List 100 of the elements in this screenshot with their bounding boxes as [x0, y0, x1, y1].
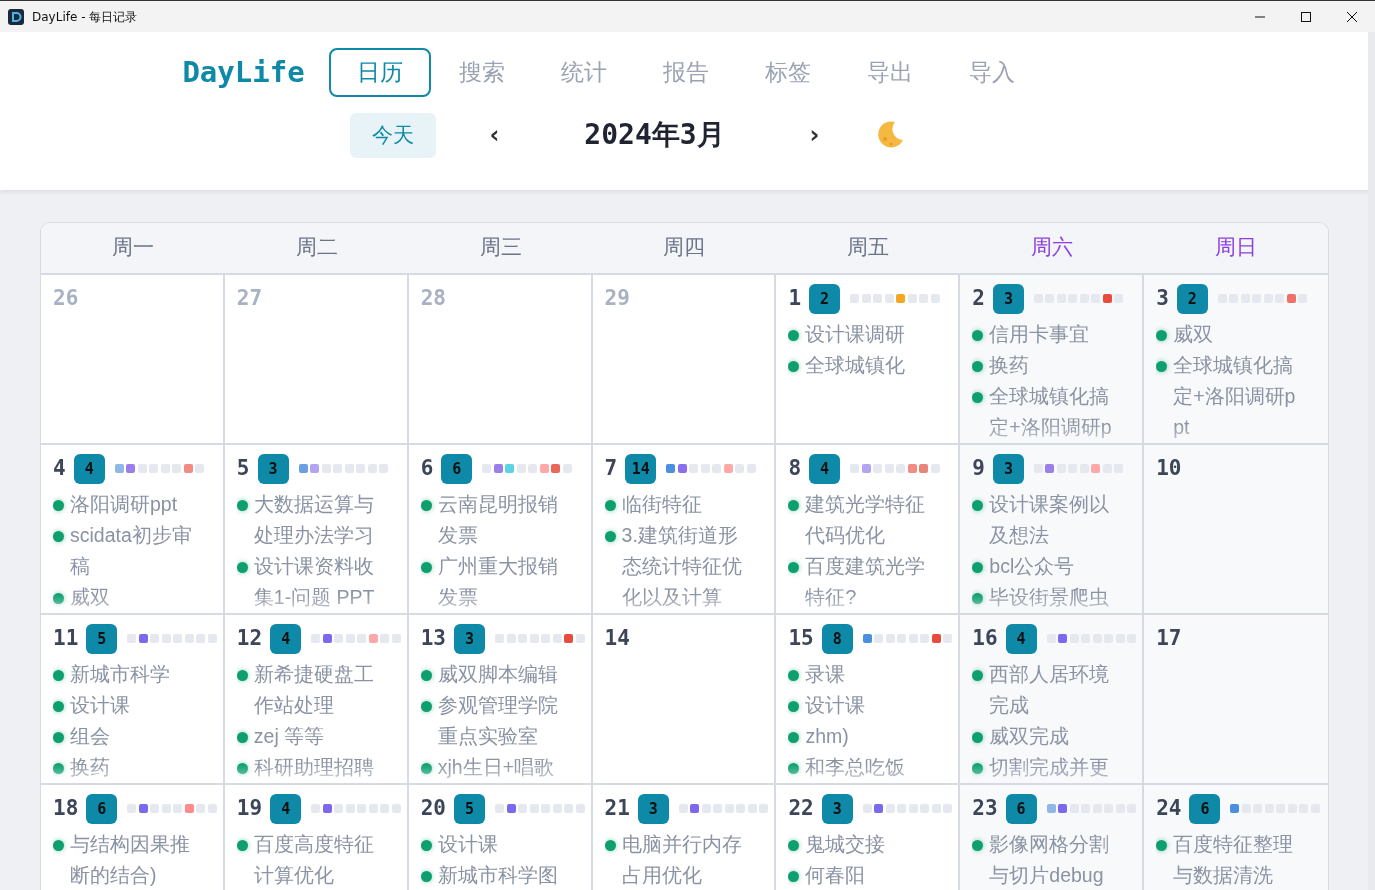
- entry-text[interactable]: 录课: [805, 658, 934, 690]
- entry-count: 4: [270, 623, 302, 654]
- scrollbar[interactable]: [1368, 32, 1375, 890]
- entry-text[interactable]: 何春阳: [805, 859, 934, 890]
- window-title: DayLife - 每日记录: [32, 8, 138, 26]
- today-button[interactable]: 今天: [349, 112, 436, 158]
- entry-text[interactable]: 新城市科学: [70, 658, 198, 690]
- day-cell[interactable]: 14: [592, 615, 777, 785]
- bullet-dot: [788, 561, 800, 573]
- entry-text[interactable]: 设计课: [805, 689, 934, 721]
- bullet-dot: [972, 731, 984, 743]
- nav-tab[interactable]: 标签: [736, 48, 839, 97]
- entry-text[interactable]: 临街特征: [621, 488, 750, 520]
- entry-text[interactable]: 威双: [70, 581, 198, 613]
- day-cell[interactable]: 8 4 建筑光学特征代码优化 百度建筑光学特征?: [776, 445, 961, 615]
- day-cell[interactable]: 24 6 百度特征整理与数据清洗: [1144, 785, 1328, 890]
- entry-count: 3: [637, 793, 669, 824]
- entry-text[interactable]: 与结构因果推断的结合): [70, 828, 198, 890]
- weekday-header: 周四: [592, 223, 777, 275]
- entry-text[interactable]: 威双脚本编辑: [437, 658, 566, 690]
- entry-count: 3: [992, 453, 1024, 484]
- entry-text[interactable]: bcl公众号: [989, 550, 1118, 582]
- bullet-dot: [236, 669, 248, 681]
- entry-text[interactable]: 洛阳调研ppt: [70, 488, 198, 520]
- day-number: 24: [1156, 795, 1182, 822]
- nav-tab[interactable]: 统计: [532, 48, 635, 97]
- day-cell[interactable]: 5 3 大数据运算与处理办法学习 设计课资料收集1-问题 PPT: [224, 445, 409, 615]
- entry-text[interactable]: 设计课调研: [805, 318, 934, 350]
- day-number: 4: [53, 455, 66, 482]
- bullet-dot: [53, 530, 64, 542]
- entry-text[interactable]: 西部人居环境完成: [989, 658, 1118, 721]
- entry-text[interactable]: 3.建筑街道形态统计特征优化以及计算: [621, 519, 750, 613]
- entry-text[interactable]: 设计课资料收集1-问题 PPT: [253, 550, 382, 613]
- entry-text[interactable]: 换药: [70, 751, 198, 783]
- entry-text[interactable]: 切割完成并更: [989, 751, 1118, 783]
- day-cell[interactable]: 12 4 新希捷硬盘工作站处理 zej 等等 科研助理招聘: [224, 615, 409, 785]
- previous-month-button[interactable]: ‹: [483, 117, 506, 154]
- entry-text[interactable]: 鬼城交接: [805, 828, 934, 860]
- day-cell[interactable]: 15 8 录课 设计课 zhm) 和李总吃饭: [776, 615, 961, 785]
- entry-text[interactable]: 建筑光学特征代码优化: [805, 488, 934, 551]
- day-cell[interactable]: 9 3 设计课案例以及想法 bcl公众号 毕设街景爬虫: [960, 445, 1145, 615]
- day-cell[interactable]: 28: [408, 275, 593, 445]
- day-cell[interactable]: 23 6 影像网格分割与切片debug: [960, 785, 1145, 890]
- entry-text[interactable]: zej 等等: [253, 720, 382, 752]
- entry-text[interactable]: 全球城镇化搞定+洛阳调研p: [989, 380, 1118, 443]
- entry-text[interactable]: 威双: [1173, 318, 1302, 350]
- entry-text[interactable]: 广州重大报销发票: [437, 550, 566, 613]
- entry-text[interactable]: 全球城镇化搞定+洛阳调研ppt: [1173, 349, 1302, 443]
- day-cell[interactable]: 3 2 威双 全球城镇化搞定+洛阳调研ppt: [1144, 275, 1328, 445]
- nav-tab[interactable]: 导入: [940, 48, 1043, 97]
- day-cell[interactable]: 11 5 新城市科学 设计课 组会 换药: [41, 615, 225, 785]
- entry-text[interactable]: 换药: [989, 349, 1118, 381]
- day-cell[interactable]: 10: [1144, 445, 1328, 615]
- day-cell[interactable]: 6 6 云南昆明报销发票 广州重大报销发票: [408, 445, 593, 615]
- entry-text[interactable]: scidata初步审稿: [70, 519, 198, 582]
- bullet-dot: [53, 839, 64, 851]
- day-cell[interactable]: 29: [592, 275, 777, 445]
- entry-text[interactable]: 设计课: [437, 828, 566, 860]
- day-cell[interactable]: 7 14 临街特征 3.建筑街道形态统计特征优化以及计算: [592, 445, 777, 615]
- entry-text[interactable]: 设计课: [70, 689, 198, 721]
- entry-text[interactable]: 信用卡事宜: [989, 318, 1118, 350]
- day-cell[interactable]: 4 4 洛阳调研ppt scidata初步审稿 威双: [41, 445, 225, 615]
- entry-text[interactable]: 百度建筑光学特征?: [805, 550, 934, 613]
- entry-text[interactable]: 组会: [70, 720, 198, 752]
- entry-text[interactable]: 和李总吃饭: [805, 751, 934, 783]
- bullet-dot: [972, 669, 984, 681]
- day-number: 26: [53, 285, 79, 312]
- day-cell[interactable]: 26: [41, 275, 225, 445]
- bullet-dot: [236, 499, 248, 511]
- entry-count: 2: [1176, 283, 1208, 314]
- entry-text[interactable]: 电脑并行内存占用优化: [621, 828, 750, 890]
- entry-text[interactable]: zhm): [805, 720, 934, 752]
- entry-text[interactable]: 百度特征整理与数据清洗: [1173, 828, 1302, 890]
- entry-text[interactable]: 威双完成: [989, 720, 1118, 752]
- entry-count: 5: [86, 623, 118, 654]
- day-cell[interactable]: 17: [1144, 615, 1328, 785]
- bullet-dot: [236, 731, 248, 743]
- entry-text[interactable]: xjh生日+唱歌: [437, 751, 566, 783]
- next-month-button[interactable]: ›: [803, 117, 826, 154]
- day-cell[interactable]: 1 2 设计课调研 全球城镇化: [776, 275, 961, 445]
- entry-text[interactable]: 毕设街景爬虫: [989, 581, 1118, 613]
- entry-text[interactable]: 云南昆明报销发票: [437, 488, 566, 551]
- entry-text[interactable]: 影像网格分割与切片debug: [989, 828, 1118, 890]
- entry-text[interactable]: 科研助理招聘: [253, 751, 382, 783]
- entry-text[interactable]: 大数据运算与处理办法学习: [253, 488, 382, 551]
- day-number: 9: [972, 455, 985, 482]
- bullet-dot: [604, 530, 616, 542]
- day-cell[interactable]: 13 3 威双脚本编辑 参观管理学院重点实验室 xjh生日+唱歌: [408, 615, 593, 785]
- entry-text[interactable]: 百度高度特征计算优化: [253, 828, 382, 890]
- day-cell[interactable]: 16 4 西部人居环境完成 威双完成 切割完成并更: [960, 615, 1145, 785]
- nav-tab[interactable]: 搜索: [430, 48, 533, 97]
- nav-tab[interactable]: 导出: [838, 48, 941, 97]
- entry-text[interactable]: 新城市科学图: [437, 859, 566, 890]
- nav-tab[interactable]: 报告: [634, 48, 737, 97]
- day-cell[interactable]: 2 3 信用卡事宜 换药 全球城镇化搞定+洛阳调研p: [960, 275, 1145, 445]
- app-icon: [8, 8, 24, 25]
- nav-tab[interactable]: 日历: [328, 48, 431, 97]
- bullet-dot: [1156, 839, 1168, 851]
- entry-text[interactable]: 全球城镇化: [805, 349, 934, 381]
- day-cell[interactable]: 27: [224, 275, 409, 445]
